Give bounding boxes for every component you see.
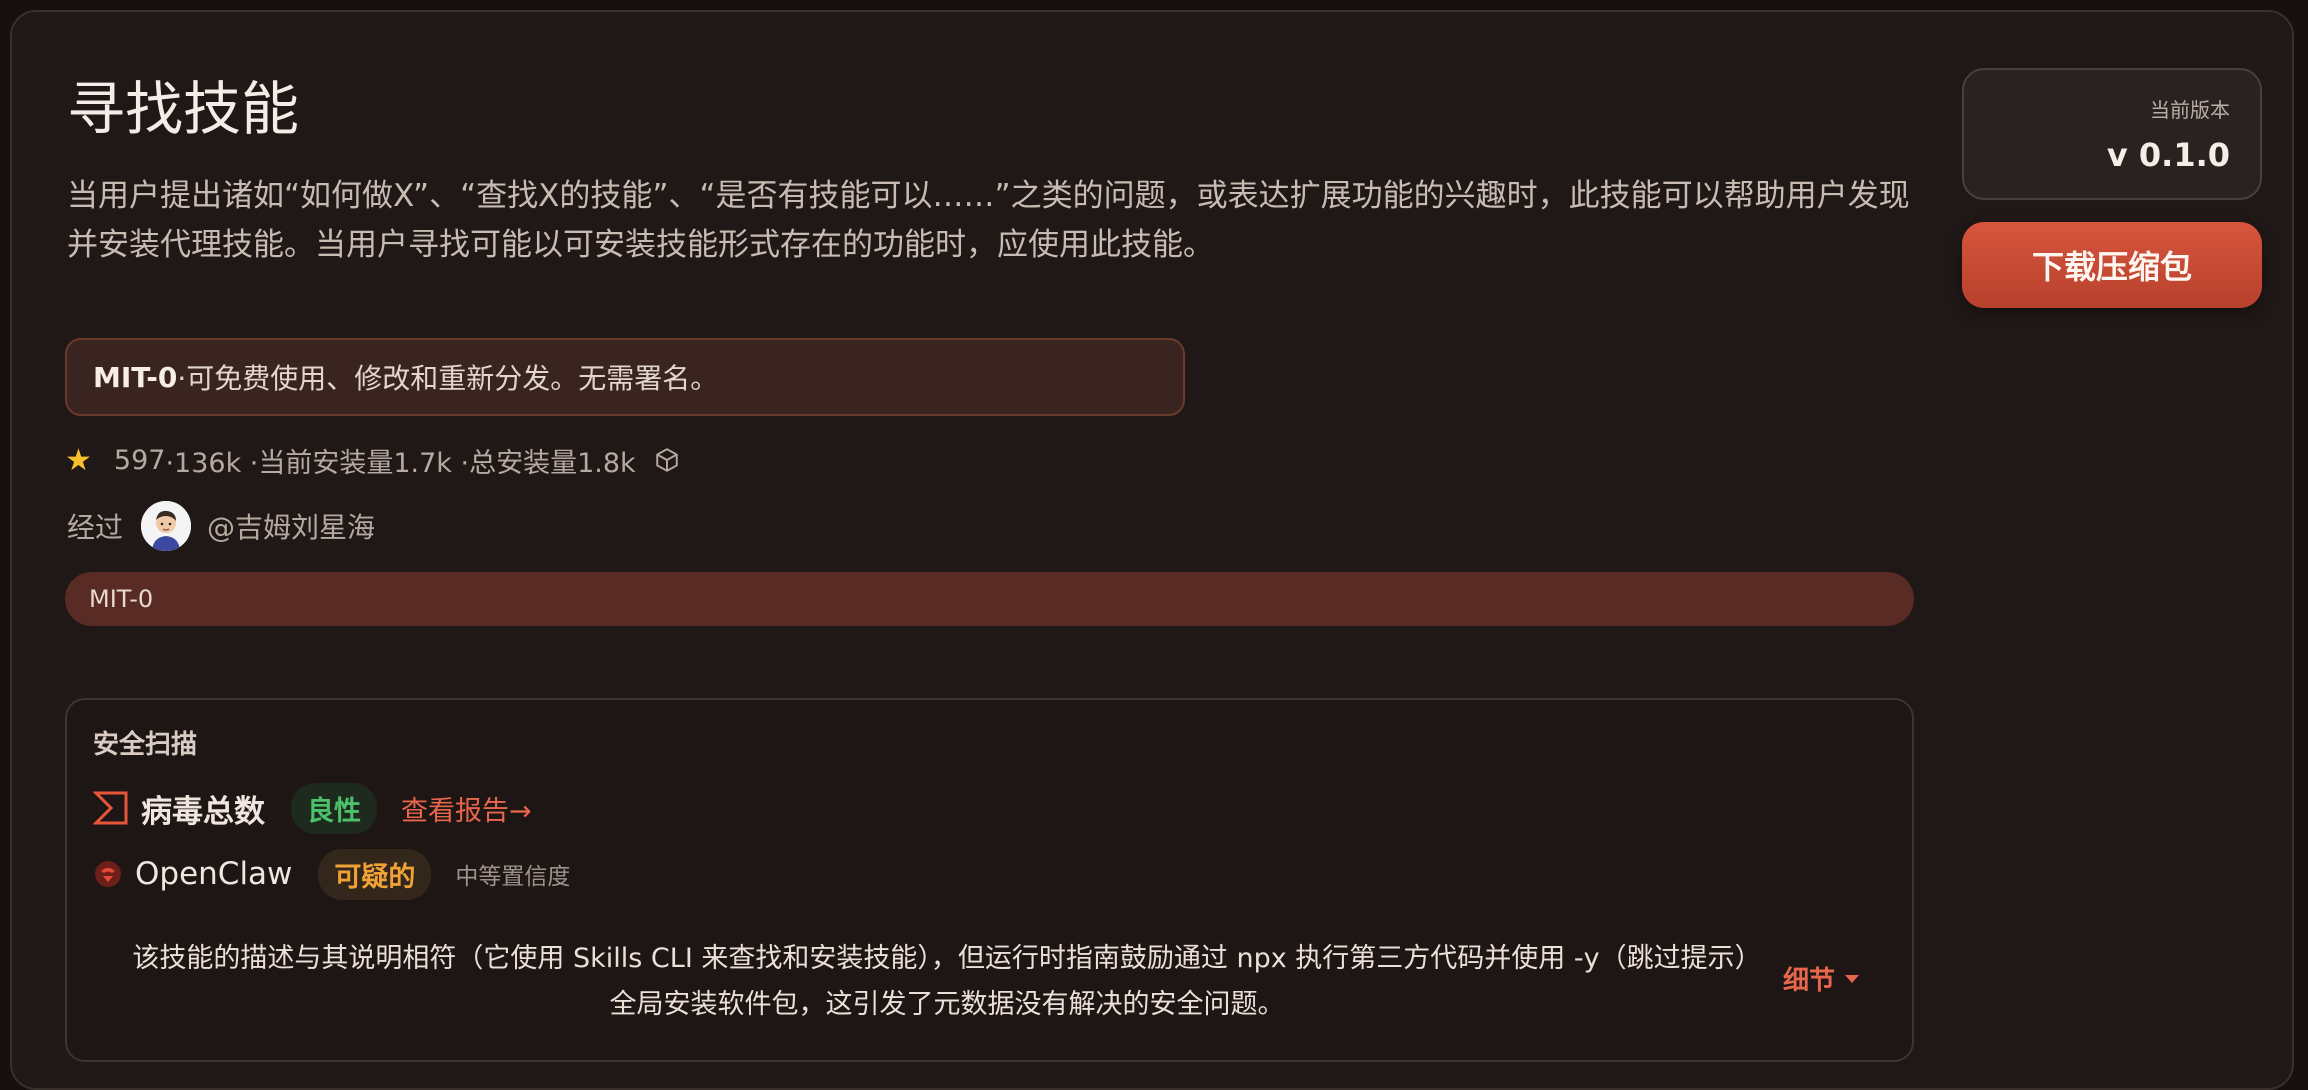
virustotal-verdict-badge: 良性	[291, 782, 377, 834]
tag-item[interactable]: MIT-0	[89, 585, 153, 613]
skill-description: 当用户提出诸如“如何做X”、“查找X的技能”、“是否有技能可以……”之类的问题，…	[67, 178, 1910, 263]
security-scan-panel: 安全扫描 病毒总数 良性 查看报告→ OpenClaw 可疑的 中等置信度 该技…	[65, 698, 1914, 1062]
star-count: 597	[113, 444, 166, 476]
license-summary: ·可免费使用、修改和重新分发。无需署名。	[177, 362, 719, 395]
openclaw-icon	[95, 861, 121, 887]
virustotal-icon	[93, 791, 128, 825]
by-label: 经过	[67, 511, 124, 544]
details-label: 细节	[1783, 966, 1836, 996]
tag-bar: MIT-0	[65, 572, 1914, 626]
avatar-illustration	[141, 501, 192, 551]
scan-explanation: 该技能的描述与其说明相符（它使用 Skills CLI 来查找和安装技能），但运…	[132, 943, 1762, 1020]
caret-down-icon	[1845, 974, 1860, 983]
openclaw-row: OpenClaw 可疑的 中等置信度	[93, 848, 570, 900]
virustotal-name: 病毒总数	[141, 793, 265, 830]
version-box: 当前版本 v 0.1.0	[1962, 68, 2262, 200]
details-toggle[interactable]: 细节	[1783, 960, 1860, 997]
openclaw-verdict-badge: 可疑的	[318, 848, 432, 900]
install-stats: ·136k ·当前安装量1.7k ·总安装量1.8k	[165, 447, 636, 479]
license-name: MIT-0	[93, 360, 178, 394]
version-value: v 0.1.0	[2106, 136, 2230, 174]
avatar[interactable]	[141, 501, 192, 551]
license-note: MIT-0 ·可免费使用、修改和重新分发。无需署名。	[65, 338, 1185, 416]
confidence-label: 中等置信度	[455, 864, 571, 890]
skill-card: 寻找技能 当用户提出诸如“如何做X”、“查找X的技能”、“是否有技能可以……”之…	[10, 10, 2294, 1090]
author-row: 经过 @吉姆刘星海	[67, 500, 375, 552]
virustotal-row: 病毒总数 良性 查看报告→	[93, 782, 532, 834]
security-scan-title: 安全扫描	[93, 730, 198, 760]
author-handle[interactable]: @吉姆刘星海	[207, 506, 375, 546]
openclaw-name: OpenClaw	[135, 856, 293, 892]
download-zip-button[interactable]: 下载压缩包	[1962, 222, 2262, 308]
version-label: 当前版本	[2150, 98, 2230, 122]
star-icon: ★	[65, 442, 92, 478]
view-report-link[interactable]: 查看报告→	[401, 789, 532, 828]
page-title: 寻找技能	[67, 75, 300, 143]
package-icon	[655, 448, 678, 472]
stats-row: ★ 597 ·136k ·当前安装量1.7k ·总安装量1.8k	[65, 438, 680, 482]
